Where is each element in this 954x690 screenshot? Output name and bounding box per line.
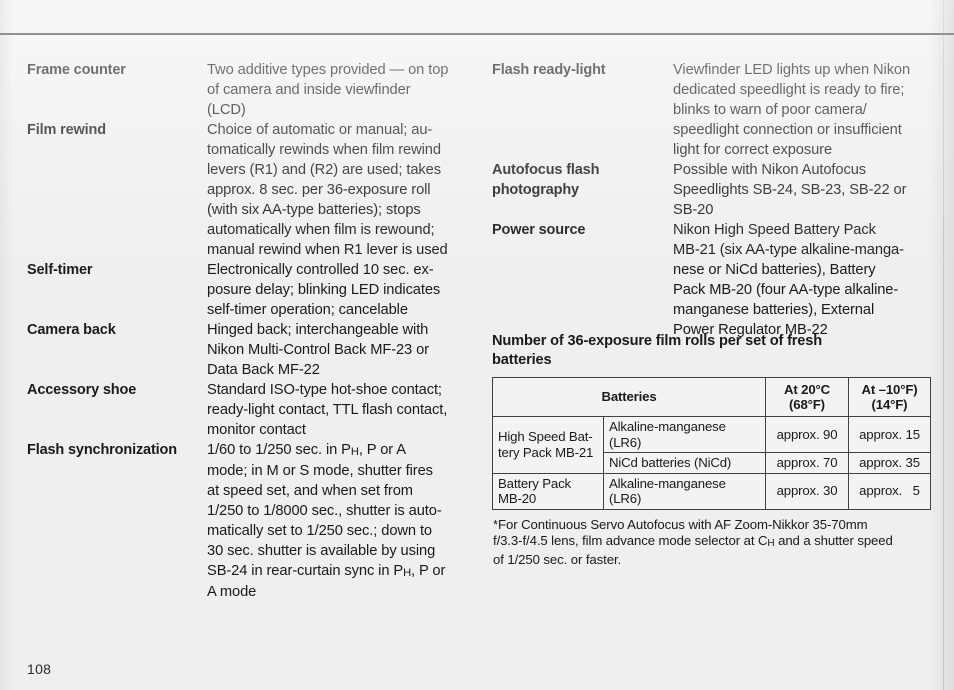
specifications-column-left: Frame counter Two additive types provided… bbox=[27, 60, 482, 602]
spec-value: Choice of automatic or manual; au-tomati… bbox=[207, 122, 448, 258]
spec-row: Flash synchronization 1/60 to 1/250 sec. … bbox=[27, 440, 482, 602]
battery-table-body: High Speed Bat-tery Pack MB-21 Alkaline-m… bbox=[492, 416, 931, 510]
cell-battery-type: NiCd batteries (NiCd) bbox=[603, 452, 766, 474]
header-temp-warm-line1: At 20°C bbox=[784, 381, 830, 397]
spec-label: Film rewind bbox=[27, 122, 106, 138]
cell-rolls-cold: approx. 15 bbox=[848, 416, 931, 453]
cell-rolls-cold: approx. 5 bbox=[848, 472, 931, 510]
page-right-edge bbox=[943, 0, 944, 690]
cell-battery-type: Alkaline-manganese (LR6) bbox=[603, 416, 766, 453]
cell-rolls-cold: approx. 35 bbox=[848, 452, 931, 474]
spec-label: Camera back bbox=[27, 322, 116, 338]
spec-row: Self-timer Electronically controlled 10 s… bbox=[27, 260, 482, 320]
spec-label: Flash ready-light bbox=[492, 62, 606, 78]
battery-life-table: Batteries At 20°C (68°F) At –10°F) (14°F… bbox=[492, 377, 931, 510]
spec-label: Autofocus flash photography bbox=[492, 162, 600, 198]
spec-row: Frame counter Two additive types provided… bbox=[27, 60, 482, 120]
header-temp-warm: At 20°C (68°F) bbox=[765, 377, 849, 417]
header-temp-cold-line2: (14°F) bbox=[871, 397, 908, 412]
page-number: 108 bbox=[27, 661, 52, 677]
spec-value: Hinged back; interchangeable with Nikon M… bbox=[207, 322, 429, 378]
cell-battery-type: Alkaline-manganese (LR6) bbox=[603, 472, 766, 510]
header-temp-cold-line1: At –10°F) bbox=[861, 381, 918, 397]
cell-rolls-warm: approx. 90 bbox=[765, 416, 849, 453]
battery-table-heading: Number of 36-exposure film rolls per set… bbox=[492, 333, 823, 368]
header-temp-cold: At –10°F) (14°F) bbox=[848, 377, 931, 417]
cell-battery-pack: Battery Pack MB-20 bbox=[492, 472, 604, 510]
spec-value: Viewfinder LED lights up when Nikon dedic… bbox=[673, 62, 911, 158]
spec-label: Frame counter bbox=[27, 62, 126, 78]
battery-table-section: Number of 36-exposure film rolls per set… bbox=[492, 332, 932, 568]
spec-row: Accessory shoe Standard ISO-type hot-shoe… bbox=[27, 380, 482, 440]
specifications-column-right: Flash ready-light Viewfinder LED lights u… bbox=[492, 60, 932, 340]
spec-value: Two additive types provided — on top of c… bbox=[207, 62, 449, 118]
spec-value: Possible with Nikon Autofocus Speedlights… bbox=[673, 162, 907, 218]
spec-row: Camera back Hinged back; interchangeable … bbox=[27, 320, 482, 380]
spec-value: Standard ISO-type hot-shoe contact; ready… bbox=[207, 382, 448, 438]
spec-row: Autofocus flash photography Possible with … bbox=[492, 160, 932, 220]
spec-label: Self-timer bbox=[27, 262, 93, 278]
spec-value: Nikon High Speed Battery Pack MB-21 (six … bbox=[673, 222, 904, 338]
spec-value: 1/60 to 1/250 sec. in PH, P or Amode; in… bbox=[207, 442, 446, 600]
header-temp-warm-line2: (68°F) bbox=[789, 397, 825, 412]
table-header-row: Batteries At 20°C (68°F) At –10°F) (14°F… bbox=[492, 377, 931, 417]
spec-label: Flash synchronization bbox=[27, 442, 177, 458]
spec-label: Accessory shoe bbox=[27, 382, 137, 398]
table-row: Battery Pack MB-20 Alkaline-manganese (LR6… bbox=[492, 472, 931, 510]
cell-rolls-warm: approx. 70 bbox=[765, 452, 849, 474]
spec-row: Power source Nikon High Speed Battery Pac… bbox=[492, 220, 932, 340]
page-header-rule bbox=[0, 33, 954, 35]
spec-row: Flash ready-light Viewfinder LED lights u… bbox=[492, 60, 932, 160]
spec-label: Power source bbox=[492, 222, 586, 238]
spec-row: Film rewind Choice of automatic or manual… bbox=[27, 120, 482, 260]
table-row: High Speed Bat-tery Pack MB-21 Alkaline-m… bbox=[492, 416, 931, 474]
battery-table-head: Batteries At 20°C (68°F) At –10°F) (14°F… bbox=[492, 377, 931, 417]
cell-battery-pack: High Speed Bat-tery Pack MB-21 bbox=[492, 416, 604, 474]
spec-value: Electronically controlled 10 sec. ex-pos… bbox=[207, 262, 441, 318]
cell-rolls-warm: approx. 30 bbox=[765, 472, 849, 510]
battery-table-footnote: *For Continuous Servo Autofocus with AF … bbox=[493, 516, 893, 567]
header-batteries: Batteries bbox=[492, 377, 766, 417]
